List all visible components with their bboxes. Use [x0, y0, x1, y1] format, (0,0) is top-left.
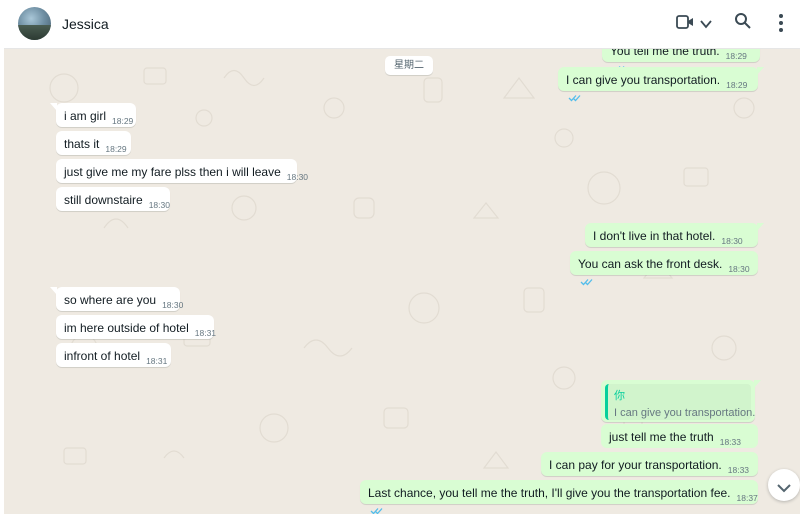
- message-bubble-incoming[interactable]: so where are you 18:30: [50, 287, 184, 311]
- message-bubble-outgoing[interactable]: I don't live in that hotel. 18:30: [585, 223, 764, 258]
- message-time: 18:29: [726, 80, 748, 90]
- message-bubble-outgoing[interactable]: I can pay for your transportation. 18:33: [541, 452, 758, 487]
- message-time: 18:31: [194, 328, 217, 338]
- message-text: just tell me the truth: [609, 430, 714, 444]
- message-text: I don't live in that hotel.: [593, 229, 716, 243]
- message-time: 18:31: [146, 356, 168, 366]
- message-text: infront of hotel: [64, 349, 141, 363]
- message-bubble-incoming[interactable]: just give me my fare plss then i will le…: [56, 159, 308, 183]
- message-bubble-outgoing[interactable]: just tell me the truth 18:33: [601, 424, 758, 459]
- quote-preview[interactable]: 你 I can give you transportation.: [605, 384, 756, 420]
- message-text: so where are you: [64, 293, 157, 307]
- message-time: 18:33: [719, 437, 741, 447]
- chevron-down-icon: [776, 480, 792, 498]
- message-bubble-outgoing[interactable]: You tell me the truth. 18:29: [602, 48, 760, 73]
- message-bubble-outgoing[interactable]: I can give you transportation. 18:29: [558, 67, 764, 102]
- scroll-to-bottom-button[interactable]: [768, 469, 800, 501]
- message-bubble-outgoing[interactable]: You can ask the front desk. 18:30: [570, 251, 758, 286]
- message-bubble-incoming[interactable]: i am girl 18:29: [50, 103, 136, 127]
- quote-author: 你: [614, 390, 625, 402]
- message-time: 18:33: [727, 465, 750, 475]
- message-text: just give me my fare plss then i will le…: [64, 165, 281, 179]
- quoted-message[interactable]: 你 I can give you transportation.: [601, 380, 761, 422]
- read-receipt-icon: [568, 91, 581, 105]
- message-bubble-incoming[interactable]: still downstaire 18:30: [56, 187, 170, 211]
- message-text: i am girl: [64, 109, 107, 123]
- chevron-down-icon[interactable]: [700, 16, 712, 34]
- contact-name[interactable]: Jessica: [62, 16, 109, 32]
- menu-icon[interactable]: [778, 13, 784, 38]
- message-text: You tell me the truth.: [610, 48, 720, 58]
- quote-text: I can give you transportation.: [614, 407, 756, 419]
- search-icon[interactable]: [734, 12, 752, 35]
- message-time: 18:30: [162, 300, 184, 310]
- chat-window: Jessica You tell me the truth. 18:29 星期二…: [4, 0, 800, 514]
- message-time: 18:29: [105, 144, 127, 154]
- message-time: 18:30: [728, 264, 750, 274]
- date-separator: 星期二: [385, 56, 433, 75]
- contact-avatar[interactable]: [18, 7, 51, 40]
- message-time: 18:29: [112, 116, 134, 126]
- message-text: im here outside of hotel: [64, 321, 189, 335]
- message-time: 18:37: [736, 493, 758, 503]
- message-text: still downstaire: [64, 193, 143, 207]
- message-text: I can pay for your transportation.: [549, 458, 722, 472]
- message-time: 18:30: [721, 236, 743, 246]
- message-bubble-incoming[interactable]: thats it 18:29: [56, 131, 131, 155]
- chat-header: Jessica: [4, 0, 800, 49]
- message-bubble-incoming[interactable]: infront of hotel 18:31: [56, 343, 171, 367]
- message-text: You can ask the front desk.: [578, 257, 723, 271]
- message-text: I can give you transportation.: [566, 73, 721, 87]
- message-time: 18:30: [148, 200, 170, 210]
- message-time: 18:29: [725, 51, 747, 61]
- message-bubble-outgoing[interactable]: Last chance, you tell me the truth, I'll…: [360, 480, 758, 514]
- message-bubble-incoming[interactable]: im here outside of hotel 18:31: [56, 315, 217, 339]
- message-text: thats it: [64, 137, 100, 151]
- message-time: 18:30: [286, 172, 309, 182]
- video-call-icon[interactable]: [676, 14, 694, 35]
- read-receipt-icon: [580, 275, 593, 289]
- message-text: Last chance, you tell me the truth, I'll…: [368, 486, 731, 500]
- read-receipt-icon: [370, 504, 383, 514]
